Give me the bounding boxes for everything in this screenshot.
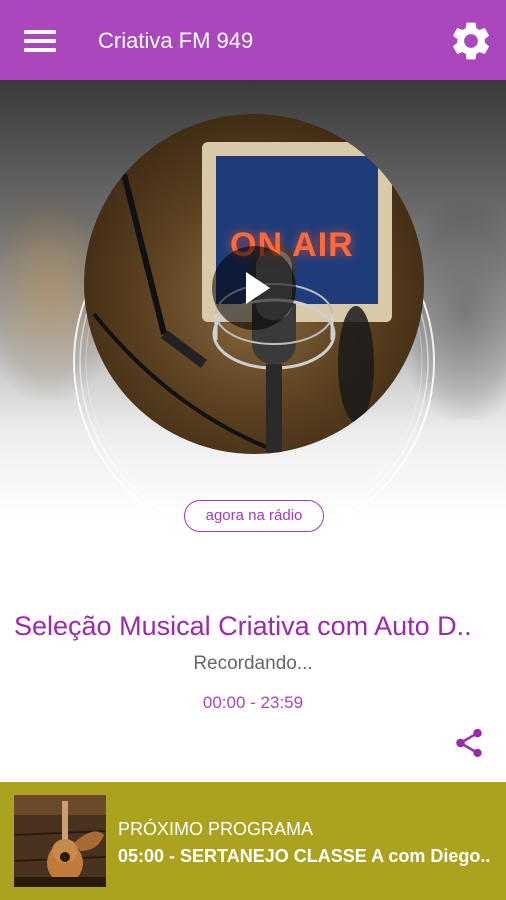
now-playing-badge: agora na rádio <box>184 500 324 532</box>
guitar-thumbnail <box>14 795 106 887</box>
app-title: Criativa FM 949 <box>98 28 254 53</box>
share-button[interactable] <box>452 724 486 762</box>
next-program-bar[interactable]: PRÓXIMO PROGRAMA 05:00 - SERTANEJO CLASS… <box>0 782 506 900</box>
play-button[interactable] <box>212 246 296 330</box>
share-icon <box>456 728 482 758</box>
menu-icon-bar <box>24 30 56 34</box>
next-program-label: PRÓXIMO PROGRAMA <box>118 819 314 839</box>
next-program-title: 05:00 - SERTANEJO CLASSE A com Diego.. <box>118 846 491 866</box>
menu-icon-bar <box>24 39 56 43</box>
menu-icon-bar <box>24 48 56 52</box>
program-title: Seleção Musical Criativa com Auto D.. <box>14 611 472 641</box>
menu-button[interactable] <box>20 24 60 58</box>
play-icon <box>246 272 270 304</box>
program-subtitle: Recordando... <box>193 653 313 674</box>
settings-button[interactable] <box>448 18 494 64</box>
gear-icon <box>453 22 489 60</box>
next-program-thumbnail <box>14 795 106 887</box>
app-bar: Criativa FM 949 <box>0 0 506 80</box>
program-time: 00:00 - 23:59 <box>202 693 304 712</box>
